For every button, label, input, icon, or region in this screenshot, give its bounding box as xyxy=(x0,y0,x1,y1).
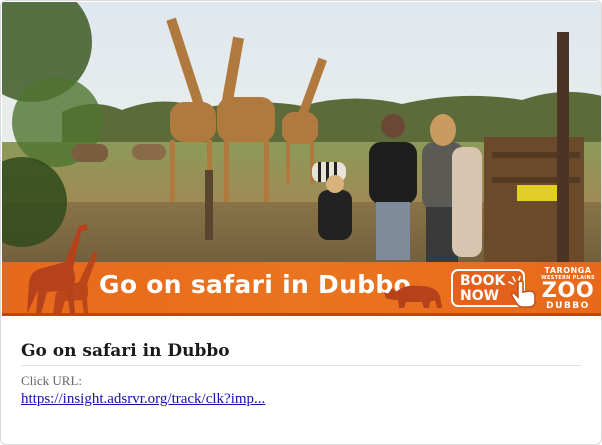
ad-creative-image[interactable]: Go on safari in Dubbo BOOK NOW TARONGA W… xyxy=(2,2,601,316)
ad-preview-card: Go on safari in Dubbo BOOK NOW TARONGA W… xyxy=(0,0,602,445)
divider xyxy=(21,365,581,366)
rhino-silhouette-icon xyxy=(384,285,442,308)
logo-line1: TARONGA xyxy=(544,266,592,275)
book-now-line1: BOOK xyxy=(460,273,506,289)
logo-line3: DUBBO xyxy=(546,301,590,311)
logo-main: ZOO xyxy=(541,278,595,302)
taronga-zoo-logo: TARONGA WESTERN PLAINS ZOO DUBBO xyxy=(537,266,599,312)
click-url-link[interactable]: https://insight.adsrvr.org/track/clk?imp… xyxy=(21,391,265,408)
hand-pointer-icon xyxy=(508,276,536,308)
ad-banner-strip: Go on safari in Dubbo BOOK NOW TARONGA W… xyxy=(2,224,601,316)
giraffe-silhouette-icon xyxy=(27,224,97,314)
ad-title: Go on safari in Dubbo xyxy=(21,341,230,361)
banner-headline: Go on safari in Dubbo xyxy=(99,270,412,299)
book-now-line2: NOW xyxy=(460,288,500,304)
click-url-label: Click URL: xyxy=(21,373,83,388)
